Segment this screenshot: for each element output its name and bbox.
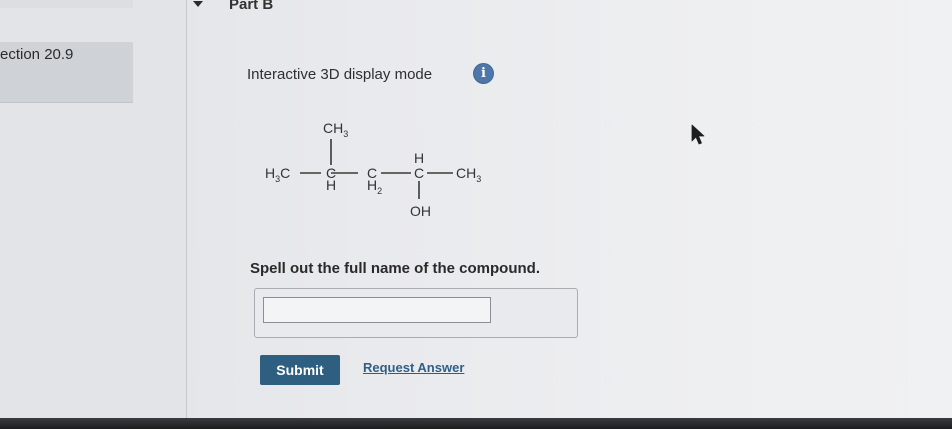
left-methyl-text: H3C xyxy=(265,165,290,184)
answer-input[interactable] xyxy=(263,297,491,323)
hydroxyl-group: OH xyxy=(410,203,431,219)
info-icon[interactable]: i xyxy=(474,64,493,83)
structural-formula: H3C CH3 C H C H2 H C OH CH3 xyxy=(265,120,481,219)
display-mode-label: Interactive 3D display mode xyxy=(247,66,433,83)
submit-button[interactable]: Submit xyxy=(260,355,340,385)
screen: ection 20.9 Part B Interactive 3D displa… xyxy=(0,0,952,418)
request-answer-link[interactable]: Request Answer xyxy=(363,360,464,375)
carbon-3: C xyxy=(414,165,424,181)
carbon-1-hydrogen: H xyxy=(326,177,336,193)
collapse-caret-icon[interactable] xyxy=(193,1,203,7)
mouse-pointer-icon xyxy=(691,124,705,145)
part-title: Part B xyxy=(229,0,274,13)
carbon-3-hydrogen: H xyxy=(414,150,424,166)
branch-methyl-text: CH3 xyxy=(323,120,348,139)
monitor-bezel xyxy=(0,418,952,429)
nav-item-section-label: ection 20.9 xyxy=(0,46,74,63)
carbon-2-hydrogens: H2 xyxy=(367,177,382,196)
nav-top-item[interactable] xyxy=(0,0,133,8)
right-methyl-text: CH3 xyxy=(456,165,481,184)
question-prompt: Spell out the full name of the compound. xyxy=(250,260,540,277)
left-navigation-panel: ection 20.9 xyxy=(0,0,187,418)
